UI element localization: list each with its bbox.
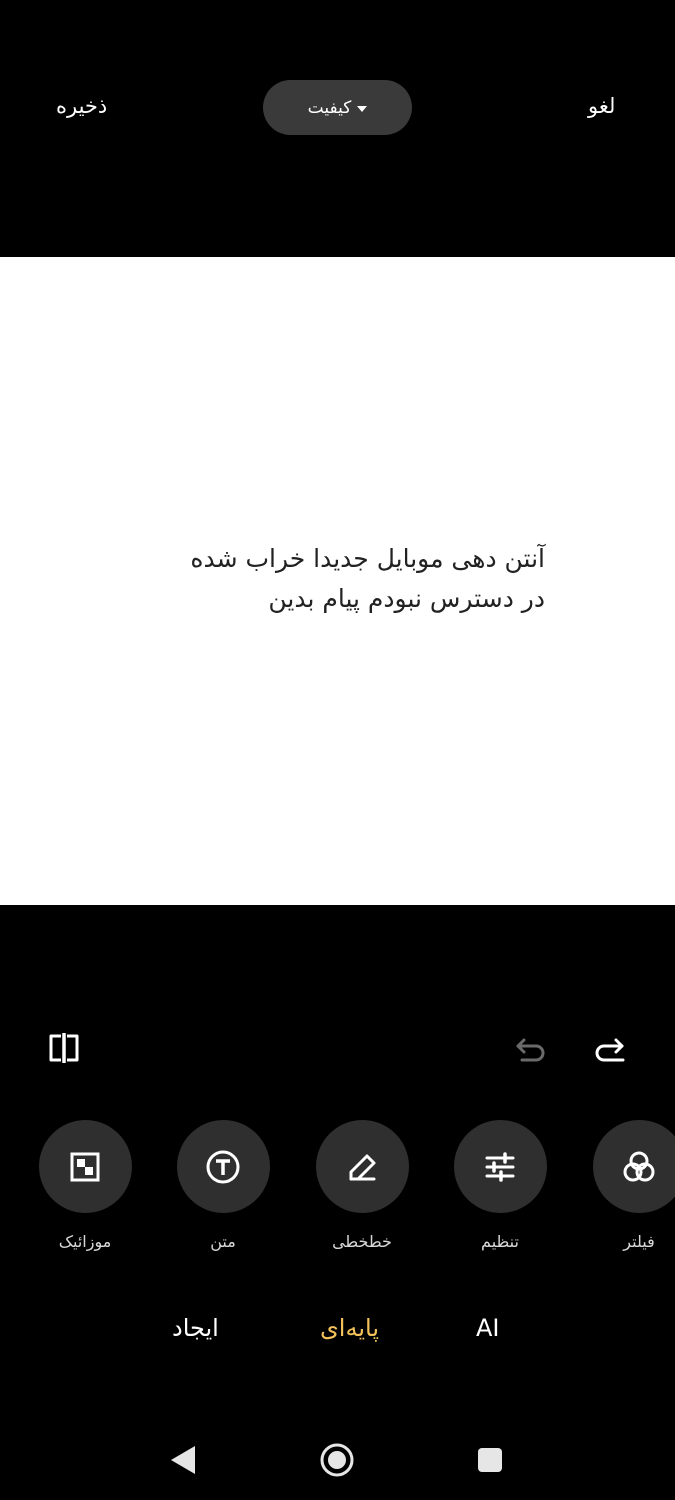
filter-icon	[623, 1151, 655, 1181]
tab-create[interactable]: ایجاد	[172, 1308, 219, 1348]
redo-icon[interactable]	[592, 1030, 628, 1066]
tool-text-button[interactable]	[176, 1120, 270, 1213]
tool-doodle[interactable]: خطخطی	[292, 1120, 432, 1270]
tool-doodle-label: خطخطی	[332, 1232, 392, 1251]
quality-dropdown[interactable]: کیفیت	[263, 80, 412, 135]
tool-filter[interactable]: فیلتر	[569, 1120, 675, 1270]
tool-adjust-label: تنظیم	[481, 1232, 519, 1251]
tool-filter-button[interactable]	[592, 1120, 675, 1213]
nav-home-icon[interactable]	[320, 1443, 354, 1477]
caret-down-icon	[357, 105, 368, 112]
tool-text[interactable]: متن	[153, 1120, 293, 1270]
sliders-icon	[485, 1151, 515, 1182]
nav-back-icon[interactable]	[171, 1446, 195, 1474]
nav-recents-icon[interactable]	[478, 1448, 502, 1472]
quality-label: کیفیت	[307, 97, 352, 118]
undo-icon[interactable]	[512, 1030, 548, 1066]
mosaic-icon	[70, 1152, 100, 1181]
tool-adjust[interactable]: تنظیم	[430, 1120, 570, 1270]
save-button[interactable]: ذخیره	[56, 86, 107, 126]
tool-mosaic-button[interactable]	[38, 1120, 132, 1213]
cancel-button[interactable]: لغو	[588, 86, 615, 126]
canvas-message-text: آنتن دهی موبایل جدیدا خراب شده در دسترس …	[190, 544, 545, 613]
tool-text-label: متن	[210, 1232, 236, 1251]
tool-mosaic-label: موزائیک	[58, 1232, 112, 1251]
compare-icon[interactable]	[46, 1030, 82, 1066]
pencil-icon	[349, 1154, 376, 1180]
image-canvas[interactable]: آنتن دهی موبایل جدیدا خراب شده در دسترس …	[0, 257, 675, 905]
tool-adjust-button[interactable]	[453, 1120, 547, 1213]
text-icon	[206, 1150, 240, 1183]
tab-basic[interactable]: پایه‌ای	[320, 1308, 379, 1348]
tool-filter-label: فیلتر	[623, 1232, 655, 1251]
tool-doodle-button[interactable]	[315, 1120, 409, 1213]
tab-ai[interactable]: AI	[476, 1308, 500, 1348]
tool-mosaic[interactable]: موزائیک	[15, 1120, 155, 1270]
